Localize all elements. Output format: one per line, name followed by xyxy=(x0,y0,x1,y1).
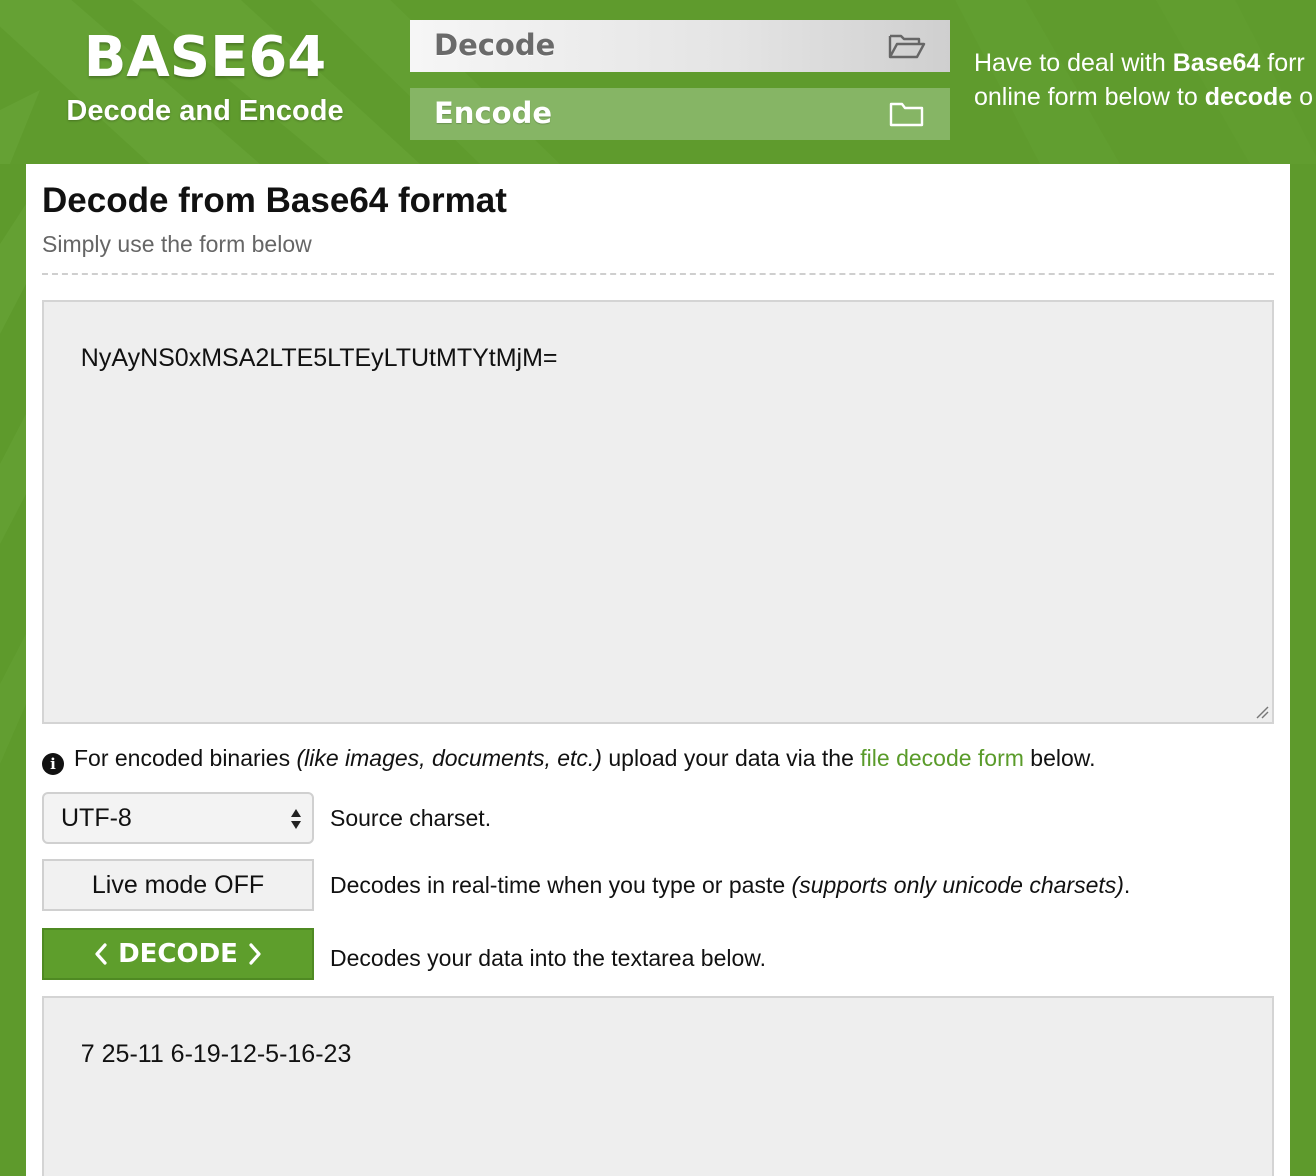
charset-selected-value: UTF-8 xyxy=(61,804,132,832)
chevron-left-icon xyxy=(95,943,107,965)
page-subtitle: Simply use the form below xyxy=(42,231,312,257)
base64-input-textarea[interactable]: NyAyNS0xMSA2LTE5LTEyLTUtMTYtMjM= xyxy=(42,300,1274,724)
chevron-right-icon xyxy=(249,943,261,965)
dashed-divider xyxy=(42,273,1274,275)
output-text: 7 25-11 6-19-12-5-16-23 xyxy=(80,1040,352,1068)
decode-button[interactable]: DECODE xyxy=(42,928,314,980)
resize-handle-icon[interactable] xyxy=(1255,705,1269,719)
page-title: Decode from Base64 format xyxy=(42,181,507,220)
tab-decode[interactable]: Decode xyxy=(410,20,950,72)
header-intro-text: Have to deal with Base64 forr online for… xyxy=(974,46,1316,114)
header-intro-line-2: online form below to decode o xyxy=(974,83,1314,111)
left-strip-pattern xyxy=(0,204,26,764)
select-updown-arrows-icon xyxy=(291,809,301,829)
folder-open-icon xyxy=(888,34,926,59)
right-background-strip xyxy=(1290,164,1316,1176)
left-background-strip xyxy=(0,164,26,1176)
charset-select[interactable]: UTF-8 xyxy=(42,792,314,844)
decode-button-description: Decodes your data into the textarea belo… xyxy=(330,945,767,971)
folder-icon xyxy=(889,102,924,127)
decode-panel: Decode from Base64 format Simply use the… xyxy=(26,164,1290,1176)
logo-title: BASE64 xyxy=(83,25,327,90)
binary-info-note: i For encoded binaries (like images, docu… xyxy=(42,742,1096,775)
tab-encode-label: Encode xyxy=(434,96,552,130)
decode-button-label: DECODE xyxy=(118,939,238,969)
input-text: NyAyNS0xMSA2LTE5LTEyLTUtMTYtMjM= xyxy=(80,344,558,372)
site-logo[interactable]: BASE64 Decode and Encode xyxy=(40,28,370,128)
tab-encode[interactable]: Encode xyxy=(410,88,950,140)
charset-description: Source charset. xyxy=(330,805,492,831)
decoded-output-textarea[interactable]: 7 25-11 6-19-12-5-16-23 xyxy=(42,996,1274,1176)
live-mode-toggle-button[interactable]: Live mode OFF xyxy=(42,859,314,911)
site-header: BASE64 Decode and Encode Decode Encode H… xyxy=(0,0,1316,164)
info-icon: i xyxy=(42,753,64,775)
file-decode-form-link[interactable]: file decode form xyxy=(860,745,1024,771)
header-intro-line-1: Have to deal with Base64 forr xyxy=(974,49,1305,77)
tab-decode-label: Decode xyxy=(434,28,556,62)
logo-subtitle: Decode and Encode xyxy=(66,95,344,127)
live-mode-description: Decodes in real-time when you type or pa… xyxy=(330,872,1131,898)
